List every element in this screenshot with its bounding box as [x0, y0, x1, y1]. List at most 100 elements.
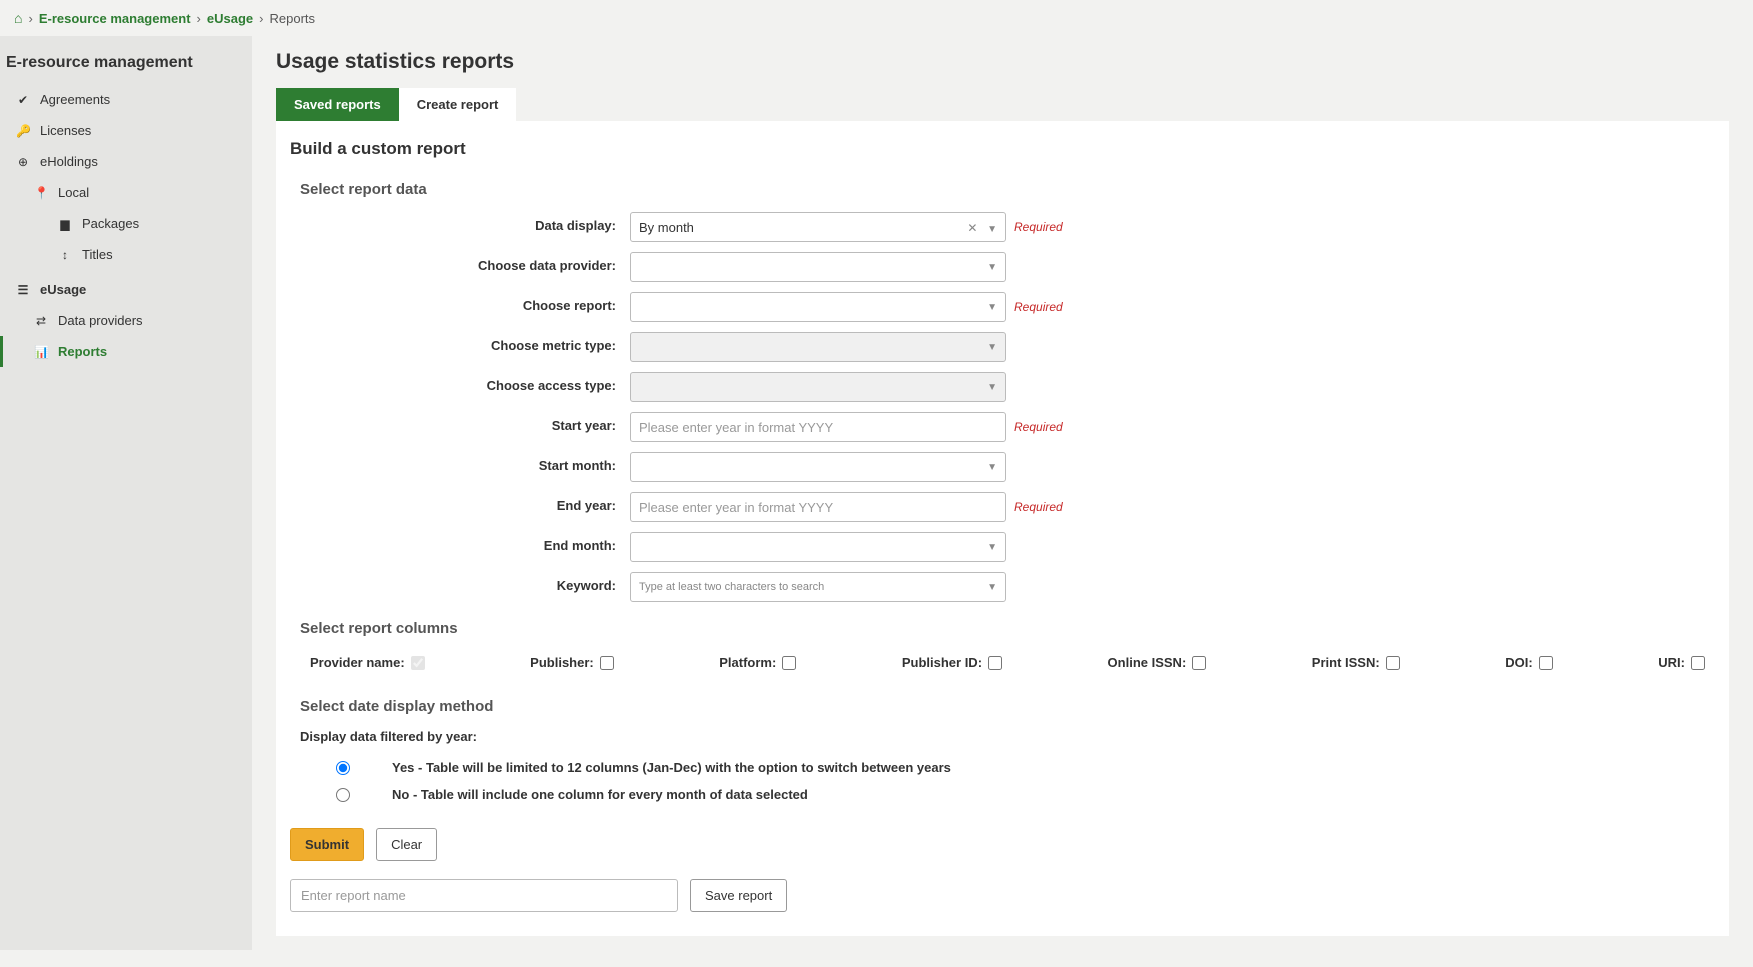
sidebar-item-agreements[interactable]: ✔ Agreements	[0, 84, 252, 115]
label-metric-type: Choose metric type:	[290, 332, 630, 353]
select-keyword[interactable]: Type at least two characters to search ▼	[630, 572, 1006, 602]
licenses-icon: 🔑	[16, 124, 30, 138]
column-publisher-id[interactable]: Publisher ID:	[902, 655, 1002, 670]
create-report-panel: Build a custom report Select report data…	[276, 121, 1729, 936]
column-checkbox[interactable]	[600, 656, 614, 670]
column-checkbox[interactable]	[1539, 656, 1553, 670]
sidebar-item-eholdings[interactable]: ⊕eHoldings	[0, 146, 252, 177]
select-access-type: ▼	[630, 372, 1006, 402]
column-label: Print ISSN:	[1312, 655, 1380, 670]
tab-create-report[interactable]: Create report	[399, 88, 517, 121]
sidebar-item-label: Data providers	[58, 313, 143, 328]
tab-saved-reports[interactable]: Saved reports	[276, 88, 399, 121]
section-date-display: Select date display method	[300, 698, 1715, 715]
keyword-placeholder: Type at least two characters to search	[639, 581, 824, 593]
column-doi[interactable]: DOI:	[1505, 655, 1552, 670]
breadcrumb-link-eusage[interactable]: eUsage	[207, 11, 253, 26]
local-icon: 📍	[34, 186, 48, 200]
sidebar-item-licenses[interactable]: 🔑 Licenses	[0, 115, 252, 146]
sidebar-item-titles[interactable]: ↕ Titles	[0, 239, 252, 270]
sidebar-item-label: Local	[58, 185, 89, 200]
sidebar-item-label: eUsage	[40, 282, 86, 297]
breadcrumb: ⌂ › E-resource management › eUsage › Rep…	[0, 0, 1753, 36]
sidebar-item-local[interactable]: 📍 Local	[0, 177, 252, 208]
sidebar-item-data-providers[interactable]: ⇄Data providers	[0, 305, 252, 336]
select-metric-type: ▼	[630, 332, 1006, 362]
sidebar-item-label: Agreements	[40, 92, 110, 107]
packages-icon: ▆	[58, 217, 72, 231]
column-label: Publisher:	[530, 655, 594, 670]
agreements-icon: ✔	[16, 93, 30, 107]
column-checkbox[interactable]	[1386, 656, 1400, 670]
select-value: By month	[639, 220, 694, 235]
sidebar-item-label: Titles	[82, 247, 113, 262]
sidebar-item-label: Reports	[58, 344, 107, 359]
breadcrumb-sep: ›	[197, 11, 201, 26]
titles-icon: ↕	[58, 248, 72, 262]
column-label: Provider name:	[310, 655, 405, 670]
sidebar-title: E-resource management	[0, 36, 252, 84]
submit-button[interactable]: Submit	[290, 828, 364, 861]
section-report-columns: Select report columns	[300, 620, 1715, 637]
sidebar-item-label: eHoldings	[40, 154, 98, 169]
input-end-year[interactable]	[639, 500, 997, 515]
column-label: Publisher ID:	[902, 655, 982, 670]
required-label: Required	[1014, 212, 1063, 234]
sidebar-item-reports[interactable]: 📊 Reports	[0, 336, 252, 367]
chevron-down-icon: ▼	[987, 224, 997, 235]
radio-yes[interactable]	[336, 761, 350, 775]
sidebar-item-label: Packages	[82, 216, 139, 231]
section-report-data: Select report data	[300, 181, 1715, 198]
column-online-issn[interactable]: Online ISSN:	[1108, 655, 1207, 670]
sidebar-item-packages[interactable]: ▆ Packages	[0, 208, 252, 239]
select-start-month[interactable]: ▼	[630, 452, 1006, 482]
clear-icon[interactable]: ✕	[967, 221, 977, 235]
label-data-display: Data display:	[290, 212, 630, 233]
main-content: Usage statistics reports Saved reports C…	[252, 36, 1753, 950]
column-print-issn[interactable]: Print ISSN:	[1312, 655, 1400, 670]
column-label: Platform:	[719, 655, 776, 670]
save-report-button[interactable]: Save report	[690, 879, 787, 912]
column-checkbox[interactable]	[988, 656, 1002, 670]
breadcrumb-link-erm[interactable]: E-resource management	[39, 11, 191, 26]
home-icon[interactable]: ⌂	[14, 10, 22, 26]
chevron-down-icon: ▼	[987, 462, 997, 473]
required-label: Required	[1014, 292, 1063, 314]
breadcrumb-sep: ›	[259, 11, 263, 26]
column-checkbox[interactable]	[1192, 656, 1206, 670]
select-end-month[interactable]: ▼	[630, 532, 1006, 562]
column-checkbox[interactable]	[1691, 656, 1705, 670]
column-label: Online ISSN:	[1108, 655, 1187, 670]
radio-no[interactable]	[336, 788, 350, 802]
column-platform[interactable]: Platform:	[719, 655, 796, 670]
select-data-provider[interactable]: ▼	[630, 252, 1006, 282]
column-publisher[interactable]: Publisher:	[530, 655, 614, 670]
date-display-subhead: Display data filtered by year:	[300, 729, 1715, 744]
breadcrumb-sep: ›	[28, 11, 32, 26]
eusage-icon: ☰	[16, 283, 30, 297]
input-start-year[interactable]	[639, 420, 997, 435]
label-access-type: Choose access type:	[290, 372, 630, 393]
label-end-month: End month:	[290, 532, 630, 553]
label-report: Choose report:	[290, 292, 630, 313]
clear-button[interactable]: Clear	[376, 828, 437, 861]
input-report-name[interactable]	[290, 879, 678, 912]
page-title: Usage statistics reports	[276, 50, 1729, 74]
sidebar-item-label: Licenses	[40, 123, 91, 138]
required-label: Required	[1014, 492, 1063, 514]
column-provider-name[interactable]: Provider name:	[310, 655, 425, 670]
radio-no-label: No - Table will include one column for e…	[392, 787, 808, 802]
label-start-month: Start month:	[290, 452, 630, 473]
select-report[interactable]: ▼	[630, 292, 1006, 322]
chevron-down-icon: ▼	[987, 582, 997, 593]
radio-row-no[interactable]: No - Table will include one column for e…	[300, 781, 1715, 808]
reports-icon: 📊	[34, 345, 48, 359]
column-checkbox[interactable]	[782, 656, 796, 670]
label-data-provider: Choose data provider:	[290, 252, 630, 273]
column-uri[interactable]: URI:	[1658, 655, 1705, 670]
radio-row-yes[interactable]: Yes - Table will be limited to 12 column…	[300, 754, 1715, 781]
select-data-display[interactable]: By month ✕ ▼	[630, 212, 1006, 242]
sidebar-item-eusage[interactable]: ☰ eUsage	[0, 270, 252, 305]
breadcrumb-current: Reports	[269, 11, 315, 26]
label-keyword: Keyword:	[290, 572, 630, 593]
